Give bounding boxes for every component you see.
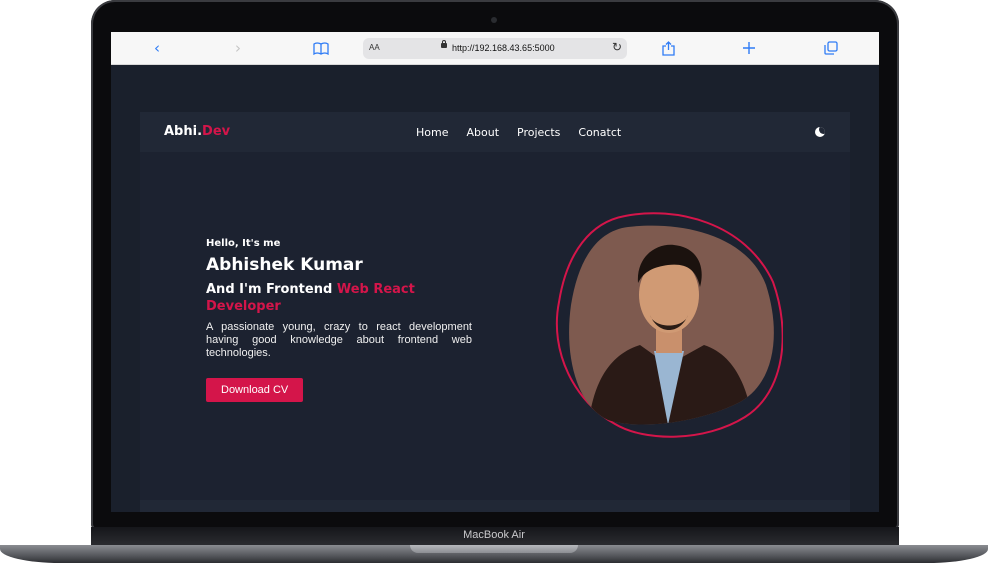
nav-links: Home About Projects Conatct bbox=[416, 126, 639, 139]
next-section-edge bbox=[140, 500, 850, 512]
lock-icon bbox=[441, 40, 447, 48]
browser-screen: ‹ › AA http://192.168.43.65:5000 ↻ Abhi.… bbox=[111, 32, 879, 512]
moon-icon[interactable] bbox=[815, 127, 825, 137]
forward-icon[interactable]: › bbox=[225, 37, 251, 59]
nav-link-about[interactable]: About bbox=[466, 126, 499, 139]
profile-photo bbox=[569, 225, 774, 425]
download-cv-button[interactable]: Download CV bbox=[206, 378, 304, 402]
logo[interactable]: Abhi.Dev bbox=[164, 124, 230, 139]
laptop-notch bbox=[410, 545, 578, 553]
address-bar[interactable]: AA http://192.168.43.65:5000 ↻ bbox=[363, 38, 627, 59]
tabs-icon[interactable] bbox=[818, 37, 844, 59]
hero-description: A passionate young, crazy to react devel… bbox=[206, 321, 472, 359]
reload-icon[interactable]: ↻ bbox=[612, 40, 622, 54]
bookmarks-icon[interactable] bbox=[308, 37, 334, 59]
hero-role: And I'm Frontend Web React Developer bbox=[206, 282, 415, 314]
browser-toolbar: ‹ › AA http://192.168.43.65:5000 ↻ bbox=[111, 32, 879, 65]
text-size-button[interactable]: AA bbox=[369, 43, 380, 52]
hero-name: Abhishek Kumar bbox=[206, 255, 363, 275]
hero-text: Hello, It's me Abhishek Kumar And I'm Fr… bbox=[206, 238, 472, 402]
device-label: MacBook Air bbox=[463, 529, 525, 541]
nav-link-contact[interactable]: Conatct bbox=[578, 126, 621, 139]
nav-link-projects[interactable]: Projects bbox=[517, 126, 560, 139]
nav-link-home[interactable]: Home bbox=[416, 126, 448, 139]
url-text: http://192.168.43.65:5000 bbox=[452, 43, 555, 53]
share-icon[interactable] bbox=[655, 37, 681, 59]
greeting: Hello, It's me bbox=[206, 238, 281, 249]
navbar: Abhi.Dev Home About Projects Conatct bbox=[140, 112, 850, 152]
camera-icon bbox=[491, 17, 497, 23]
new-tab-icon[interactable] bbox=[736, 37, 762, 59]
back-icon[interactable]: ‹ bbox=[144, 37, 170, 59]
portfolio-page: Abhi.Dev Home About Projects Conatct Hel… bbox=[140, 112, 850, 512]
